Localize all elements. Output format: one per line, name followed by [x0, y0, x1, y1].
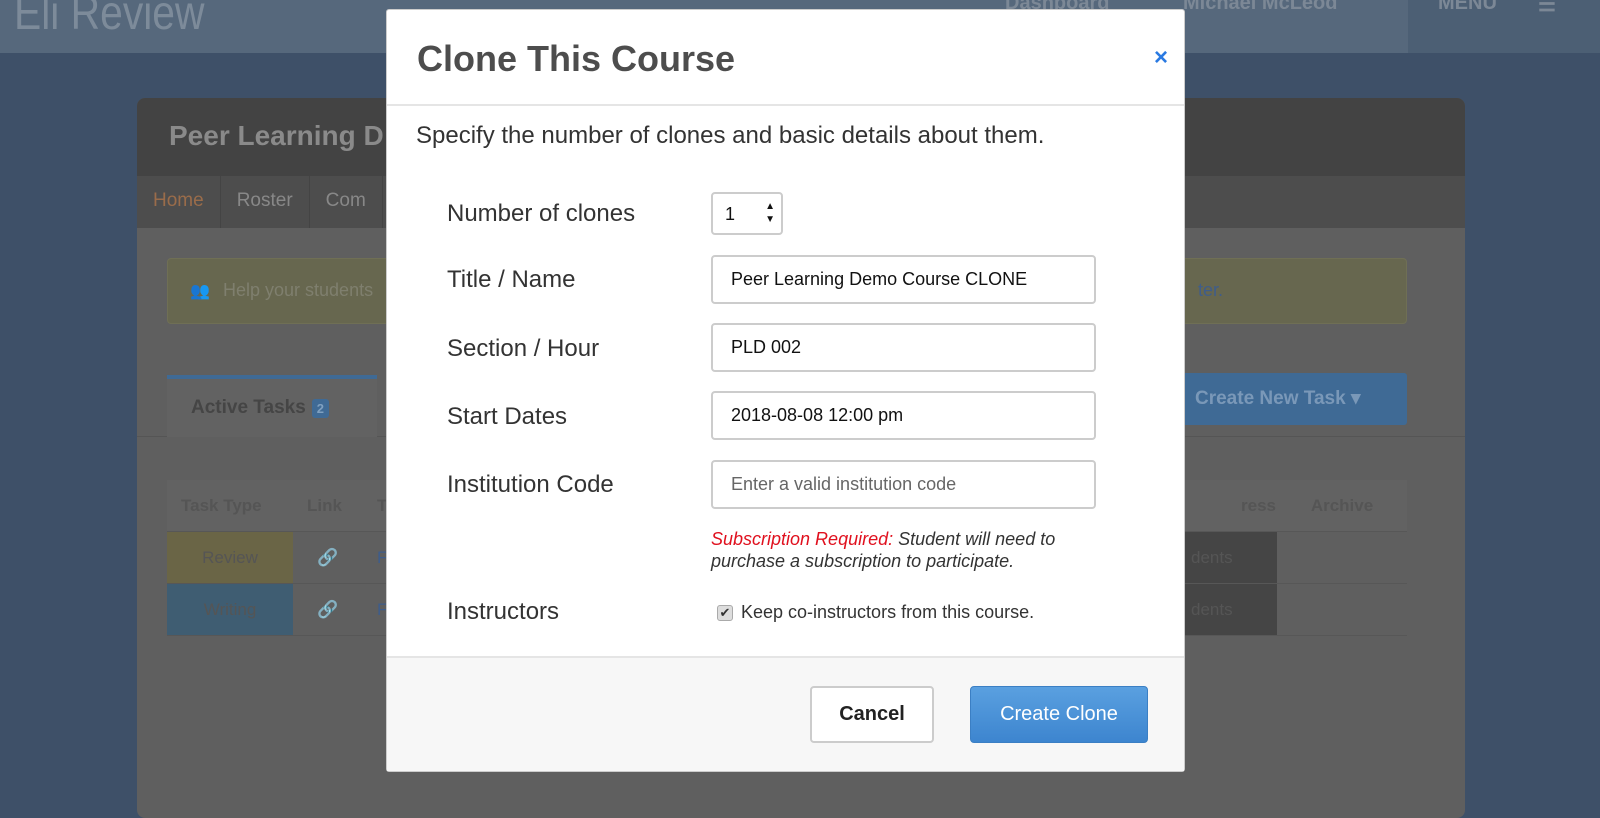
clones-value: 1 — [725, 204, 736, 224]
checkbox-checked-icon[interactable]: ✔ — [717, 604, 733, 621]
modal-description: Specify the number of clones and basic d… — [416, 122, 1045, 149]
start-date-input[interactable] — [711, 391, 1096, 440]
clone-course-modal: Clone This Course × Specify the number o… — [386, 9, 1185, 772]
menu-button[interactable]: MENU ☰ — [1408, 0, 1600, 53]
caret-down-icon: ▾ — [1350, 388, 1361, 409]
th-task-type[interactable]: Task Type — [167, 480, 293, 531]
task-progress: dents — [1177, 584, 1277, 635]
menu-label: MENU — [1438, 0, 1497, 14]
alert-text: Help your students — [223, 280, 374, 300]
nav-roster[interactable]: Roster — [221, 176, 310, 228]
nav-com[interactable]: Com — [310, 176, 383, 228]
create-task-label: Create New Task — [1195, 388, 1346, 409]
subscription-required: Subscription Required: — [711, 529, 894, 549]
cancel-button[interactable]: Cancel — [810, 686, 934, 743]
section-label: Section / Hour — [447, 335, 600, 362]
tab-active-tasks[interactable]: Active Tasks 2 — [167, 375, 377, 437]
brand-logo: Eli Review — [14, 0, 205, 40]
keep-instructors-checkbox[interactable]: ✔ Keep co-instructors from this course. — [717, 602, 1034, 623]
start-dates-label: Start Dates — [447, 403, 568, 430]
link-icon[interactable]: 🔗 — [293, 584, 363, 635]
link-icon[interactable]: 🔗 — [293, 532, 363, 583]
alert-link[interactable]: ter. — [1198, 280, 1223, 301]
th-link: Link — [307, 496, 342, 515]
modal-title: Clone This Course — [417, 38, 736, 79]
modal-header: Clone This Course × — [387, 10, 1184, 106]
nav-user[interactable]: Michael McLeod — [1183, 0, 1337, 15]
title-input[interactable] — [711, 255, 1096, 304]
instructors-label: Instructors — [447, 598, 560, 625]
close-icon[interactable]: × — [1154, 44, 1168, 72]
th-archive: Archive — [1310, 496, 1374, 515]
hamburger-icon: ☰ — [1538, 0, 1556, 16]
task-type: Writing — [167, 584, 293, 635]
modal-footer: Cancel Create Clone — [387, 656, 1184, 771]
tab-label: Active Tasks — [191, 397, 306, 418]
count-badge: 2 — [311, 399, 330, 418]
title-label: Title / Name — [447, 266, 576, 293]
users-icon: 👥 — [190, 283, 210, 300]
clones-label: Number of clones — [447, 200, 636, 227]
stepper-arrows-icon[interactable]: ▲ ▼ — [765, 200, 775, 226]
checkbox-label: Keep co-instructors from this course. — [741, 602, 1035, 622]
subscription-note: Subscription Required: Student will need… — [711, 528, 1111, 572]
create-new-task-button[interactable]: Create New Task ▾ — [1177, 373, 1407, 425]
task-type: Review — [167, 532, 293, 583]
nav-home[interactable]: Home — [137, 176, 221, 228]
th-progress[interactable]: ress — [1227, 480, 1277, 531]
section-input[interactable] — [711, 323, 1096, 372]
institution-code-input[interactable] — [711, 460, 1096, 509]
clones-stepper[interactable]: 1 ▲ ▼ — [711, 192, 783, 235]
institution-label: Institution Code — [447, 471, 614, 498]
task-progress: dents — [1177, 532, 1277, 583]
create-clone-button[interactable]: Create Clone — [970, 686, 1148, 743]
